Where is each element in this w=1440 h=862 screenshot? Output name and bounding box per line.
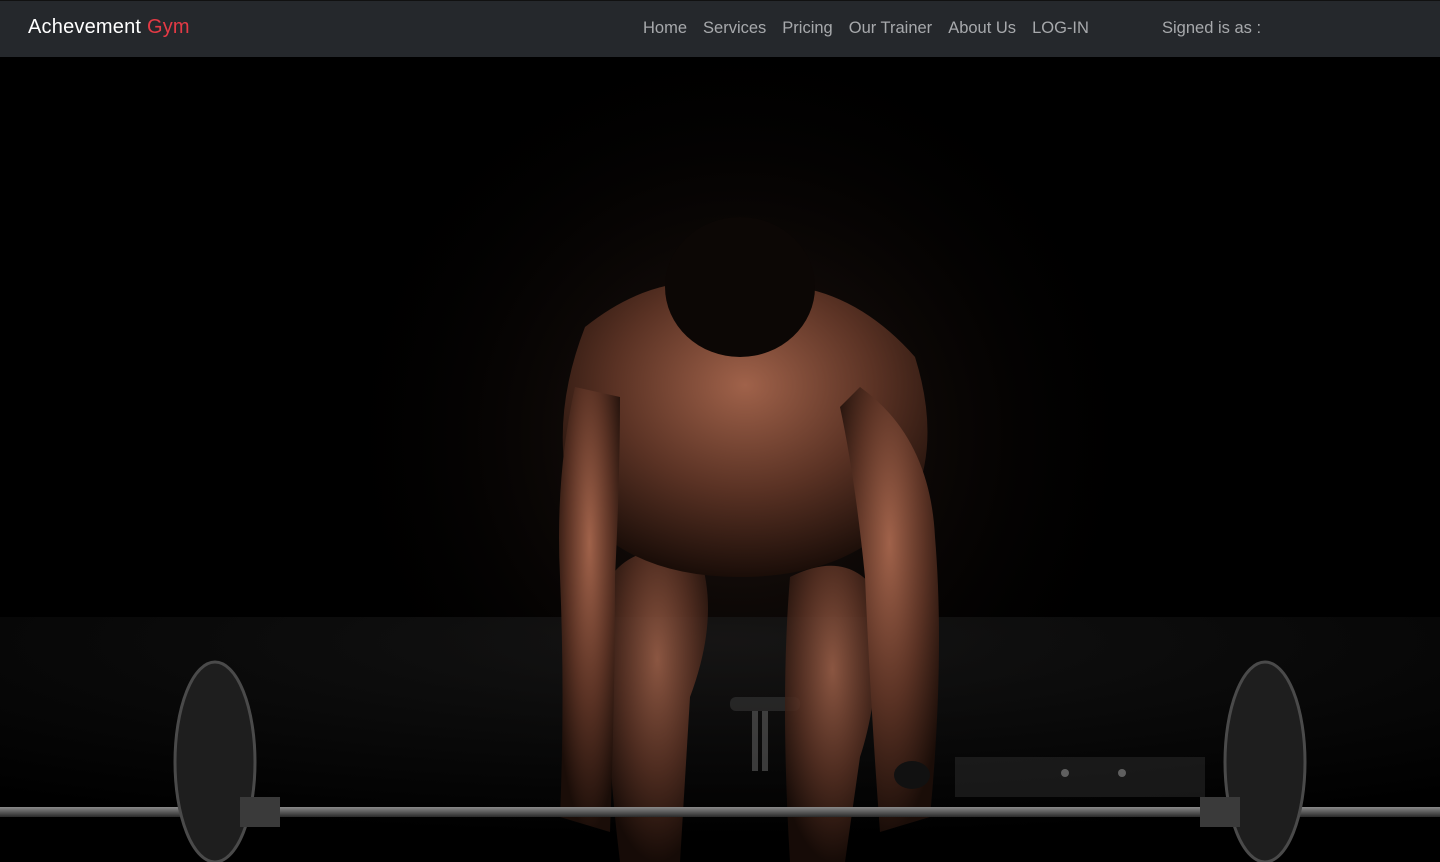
hero-illustration (0, 57, 1440, 862)
nav-services[interactable]: Services (703, 19, 766, 38)
nav-login[interactable]: LOG-IN (1032, 19, 1089, 38)
brand-logo[interactable]: Achevement Gym (28, 16, 190, 39)
nav-pricing[interactable]: Pricing (782, 19, 832, 38)
nav-our-trainer[interactable]: Our Trainer (849, 19, 932, 38)
nav-menu: Home Services Pricing Our Trainer About … (643, 19, 1089, 38)
brand-accent: Gym (146, 16, 190, 38)
brand-name: Achevement (28, 16, 142, 38)
navbar: Achevement Gym Home Services Pricing Our… (0, 0, 1440, 57)
signed-in-status: Signed is as : (1162, 19, 1262, 37)
nav-home[interactable]: Home (643, 19, 687, 38)
nav-about-us[interactable]: About Us (948, 19, 1016, 38)
hero-image (0, 57, 1440, 862)
